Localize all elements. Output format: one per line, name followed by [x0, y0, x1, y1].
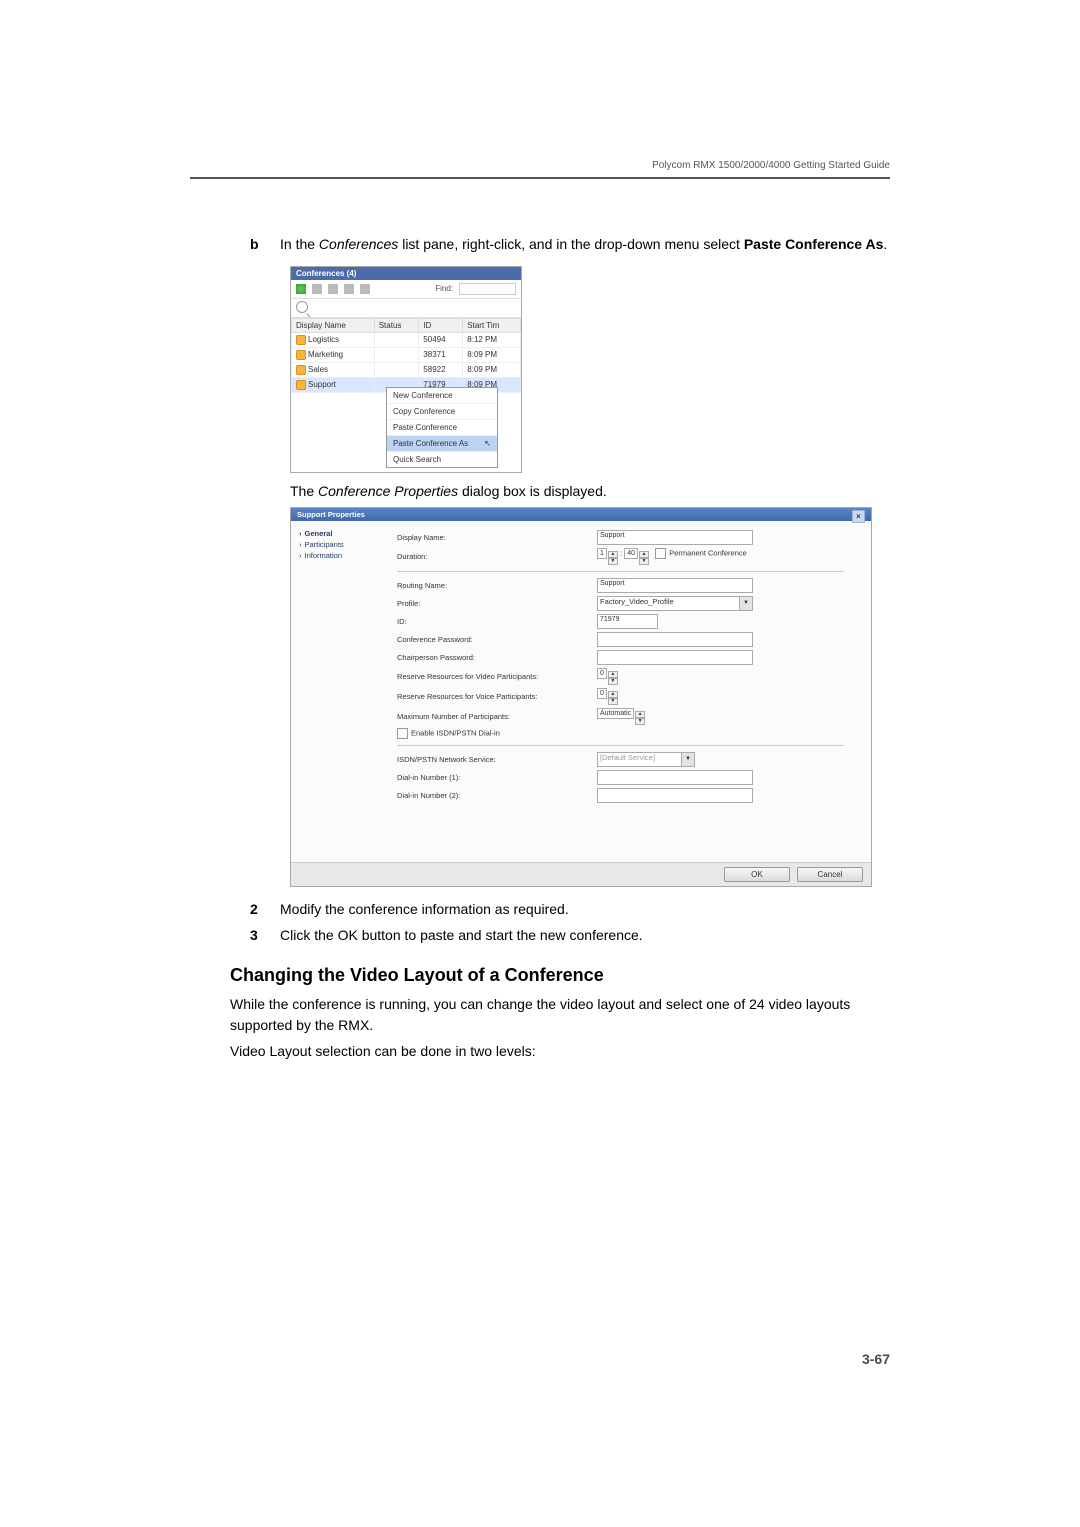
conference-icon [296, 350, 306, 360]
duration-label: Duration: [397, 552, 597, 561]
max-participants-label: Maximum Number of Participants: [397, 712, 597, 721]
profile-label: Profile: [397, 599, 597, 608]
section-heading: Changing the Video Layout of a Conferenc… [230, 965, 890, 986]
context-menu: New Conference Copy Conference Paste Con… [386, 387, 498, 468]
conference-icon [296, 335, 306, 345]
conferences-pane: Conferences (4) Find: Display Name Statu… [290, 266, 522, 473]
voice-stepper[interactable]: ▲▼ [608, 691, 618, 705]
dialog-caption: The Conference Properties dialog box is … [290, 483, 890, 499]
dialog-footer: OK Cancel [291, 862, 871, 886]
search-icon[interactable] [296, 301, 308, 313]
properties-dialog: Support Properties × ›General ›Participa… [290, 507, 872, 887]
profile-select[interactable]: Factory_Video_Profile▼ [597, 596, 753, 611]
chevron-down-icon: ▼ [681, 753, 694, 766]
isdn-service-select[interactable]: [Default Service]▼ [597, 752, 695, 767]
separator [397, 571, 844, 572]
step-3-number: 3 [250, 925, 266, 947]
duration-hours[interactable]: 1 [597, 548, 607, 559]
find-input[interactable] [459, 283, 516, 295]
conf-password-label: Conference Password: [397, 635, 597, 644]
table-row[interactable]: Logistics 50494 8:12 PM [292, 332, 521, 347]
conferences-table: Display Name Status ID Start Tim Logisti… [291, 318, 521, 393]
id-field[interactable]: 71979 [597, 614, 658, 629]
max-stepper[interactable]: ▲▼ [635, 711, 645, 725]
conferences-searchrow [291, 299, 521, 318]
step-b-text: In the Conferences list pane, right-clic… [280, 234, 887, 256]
conferences-title: Conferences (4) [291, 267, 521, 280]
routing-name-label: Routing Name: [397, 581, 597, 590]
col-display-name[interactable]: Display Name [292, 318, 375, 332]
stop-icon[interactable] [360, 284, 370, 294]
video-stepper[interactable]: ▲▼ [608, 671, 618, 685]
ctx-new-conference[interactable]: New Conference [387, 388, 497, 404]
ctx-paste-conference[interactable]: Paste Conference [387, 420, 497, 436]
find-label: Find: [435, 284, 453, 293]
record-icon[interactable] [344, 284, 354, 294]
id-label: ID: [397, 617, 597, 626]
chevron-down-icon: ▼ [739, 597, 752, 610]
duration-mins[interactable]: 40 [624, 548, 638, 559]
reserve-voice-field[interactable]: 0 [597, 688, 607, 699]
header-divider [190, 177, 890, 179]
col-id[interactable]: ID [419, 318, 463, 332]
mins-stepper[interactable]: ▲▼ [639, 551, 649, 565]
permanent-label: Permanent Conference [669, 548, 747, 557]
col-start-time[interactable]: Start Tim [463, 318, 521, 332]
enable-isdn-checkbox[interactable] [397, 728, 408, 739]
dialog-titlebar: Support Properties × [291, 508, 871, 521]
cursor-icon: ↖ [484, 439, 491, 448]
table-row[interactable]: Sales 58922 8:09 PM [292, 362, 521, 377]
close-icon[interactable]: × [852, 510, 865, 523]
chair-password-label: Chairperson Password: [397, 653, 597, 662]
page-header: Polycom RMX 1500/2000/4000 Getting Start… [190, 160, 890, 171]
dialin1-field[interactable] [597, 770, 753, 785]
delete-icon[interactable] [312, 284, 322, 294]
step-3: 3 Click the OK button to paste and start… [230, 925, 890, 947]
ctx-copy-conference[interactable]: Copy Conference [387, 404, 497, 420]
step-2: 2 Modify the conference information as r… [230, 899, 890, 921]
hours-stepper[interactable]: ▲▼ [608, 551, 618, 565]
display-name-field[interactable]: Support [597, 530, 753, 545]
ok-button[interactable]: OK [724, 867, 790, 882]
paragraph-2: Video Layout selection can be done in tw… [230, 1041, 890, 1063]
step-b-letter: b [250, 234, 266, 256]
conference-icon [296, 365, 306, 375]
isdn-service-label: ISDN/PSTN Network Service: [397, 755, 597, 764]
table-row[interactable]: Marketing 38371 8:09 PM [292, 347, 521, 362]
dialin1-label: Dial-in Number (1): [397, 773, 597, 782]
dialin2-label: Dial-in Number (2): [397, 791, 597, 800]
new-icon[interactable] [296, 284, 306, 294]
dialog-nav: ›General ›Participants ›Information [291, 521, 393, 862]
step-b: b In the Conferences list pane, right-cl… [230, 234, 890, 256]
routing-name-field[interactable]: Support [597, 578, 753, 593]
paragraph-1: While the conference is running, you can… [230, 994, 890, 1037]
step-2-text: Modify the conference information as req… [280, 899, 569, 921]
nav-participants[interactable]: ›Participants [299, 540, 389, 549]
separator [397, 745, 844, 746]
chair-password-field[interactable] [597, 650, 753, 665]
dialin2-field[interactable] [597, 788, 753, 803]
nav-general[interactable]: ›General [299, 529, 389, 538]
step-2-number: 2 [250, 899, 266, 921]
colon: : [620, 548, 622, 557]
conference-icon [296, 380, 306, 390]
enable-isdn-label: Enable ISDN/PSTN Dial-in [411, 729, 500, 738]
reserve-voice-label: Reserve Resources for Voice Participants… [397, 692, 597, 701]
ctx-paste-conference-as[interactable]: Paste Conference As ↖ [387, 436, 497, 452]
max-participants-field[interactable]: Automatic [597, 708, 634, 719]
step-3-text: Click the OK button to paste and start t… [280, 925, 643, 947]
col-status[interactable]: Status [374, 318, 419, 332]
reserve-video-label: Reserve Resources for Video Participants… [397, 672, 597, 681]
reserve-video-field[interactable]: 0 [597, 668, 607, 679]
nav-information[interactable]: ›Information [299, 551, 389, 560]
permanent-checkbox[interactable] [655, 548, 666, 559]
conferences-toolbar: Find: [291, 280, 521, 299]
ctx-quick-search[interactable]: Quick Search [387, 452, 497, 467]
cancel-button[interactable]: Cancel [797, 867, 863, 882]
page-number: 3-67 [862, 1351, 890, 1367]
display-name-label: Display Name: [397, 533, 597, 542]
participants-icon[interactable] [328, 284, 338, 294]
dialog-main: Display Name: Support Duration: 1▲▼ : 40… [393, 521, 852, 862]
conf-password-field[interactable] [597, 632, 753, 647]
